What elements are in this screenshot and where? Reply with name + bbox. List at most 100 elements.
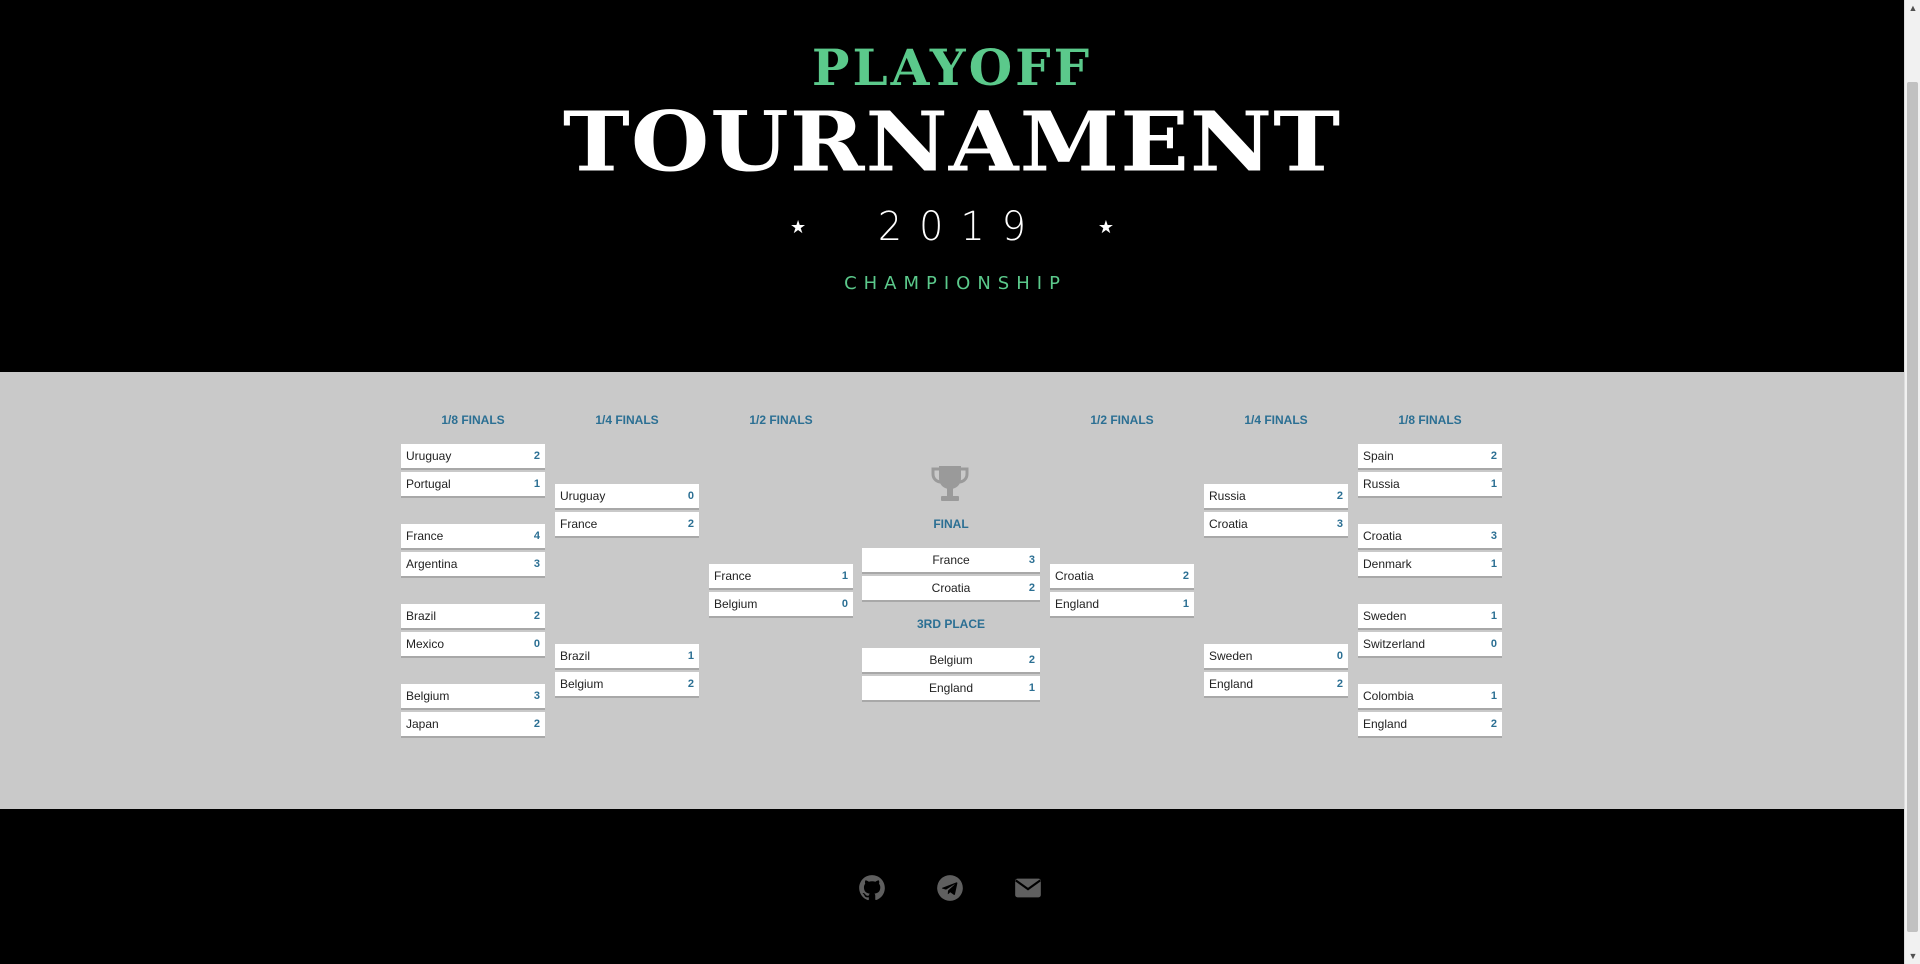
- hero-header: PLAYOFF TOURNAMENT ★ 2019 ★ CHAMPIONSHIP: [0, 0, 1904, 372]
- scroll-down-arrow-icon[interactable]: ▼: [1905, 948, 1920, 964]
- match-left-r16-4: Belgium 3 Japan 2: [401, 684, 545, 740]
- team-name: Croatia: [1363, 529, 1402, 543]
- team-name: Belgium: [714, 597, 758, 611]
- team-score: 2: [1490, 718, 1497, 730]
- match-third-place: Belgium 2 England 1: [862, 648, 1040, 704]
- github-icon[interactable]: [858, 874, 886, 902]
- third-place-label: 3RD PLACE: [916, 617, 985, 631]
- team-score: 2: [687, 518, 694, 530]
- hero-subtitle: CHAMPIONSHIP: [844, 273, 1067, 294]
- team-score: 1: [533, 478, 540, 490]
- team-row: Russia 2: [1204, 484, 1348, 508]
- team-name: Mexico: [406, 637, 445, 651]
- match-right-r16-1: Spain 2 Russia 1: [1358, 444, 1502, 500]
- team-row: Mexico 0: [401, 632, 545, 656]
- team-row: Russia 1: [1358, 472, 1502, 496]
- team-score: 1: [1182, 598, 1189, 610]
- team-name: Uruguay: [406, 449, 452, 463]
- team-name: England: [928, 681, 974, 695]
- star-icon: ★: [1097, 217, 1115, 237]
- team-score: 4: [533, 530, 540, 542]
- team-score: 3: [533, 558, 540, 570]
- team-score: 1: [1490, 558, 1497, 570]
- year-row: ★ 2019 ★: [0, 200, 1904, 254]
- team-row: Colombia 1: [1358, 684, 1502, 708]
- team-row: England 2: [1204, 672, 1348, 696]
- team-score: 3: [1336, 518, 1343, 530]
- team-row: Uruguay 0: [555, 484, 699, 508]
- scroll-up-arrow-icon[interactable]: ▲: [1905, 0, 1920, 16]
- team-name: Switzerland: [1363, 637, 1426, 651]
- team-row: Croatia 3: [1358, 524, 1502, 548]
- star-icon: ★: [789, 217, 807, 237]
- round-title-left-qf: 1/4 FINALS: [595, 413, 659, 427]
- team-name: Denmark: [1363, 557, 1412, 571]
- team-name: Sweden: [1363, 609, 1407, 623]
- team-row: France 2: [555, 512, 699, 536]
- trophy-icon: [931, 466, 969, 501]
- match-final: France 3 Croatia 2: [862, 548, 1040, 604]
- team-row: Denmark 1: [1358, 552, 1502, 576]
- match-left-r16-2: France 4 Argentina 3: [401, 524, 545, 580]
- hero-year: 2019: [877, 204, 1044, 250]
- team-row: England 1: [1050, 592, 1194, 616]
- team-row: Argentina 3: [401, 552, 545, 576]
- scrollbar-thumb[interactable]: [1907, 82, 1918, 932]
- team-score: 3: [1490, 530, 1497, 542]
- team-name: Belgium: [929, 653, 973, 667]
- match-left-qf-2: Brazil 1 Belgium 2: [555, 644, 699, 700]
- team-score: 3: [533, 690, 540, 702]
- team-row: France 4: [401, 524, 545, 548]
- team-name: Colombia: [1363, 689, 1414, 703]
- team-score: 1: [1490, 478, 1497, 490]
- team-score: 1: [1028, 682, 1035, 694]
- team-row: England 1: [862, 676, 1040, 700]
- team-score: 2: [1336, 678, 1343, 690]
- team-name: Russia: [1363, 477, 1400, 491]
- team-row: Brazil 1: [555, 644, 699, 668]
- round-title-left-sf: 1/2 FINALS: [749, 413, 813, 427]
- team-row: Switzerland 0: [1358, 632, 1502, 656]
- team-row: Croatia 2: [862, 576, 1040, 600]
- team-row: Sweden 0: [1204, 644, 1348, 668]
- team-score: 2: [1490, 450, 1497, 462]
- team-row: Brazil 2: [401, 604, 545, 628]
- vertical-scrollbar[interactable]: ▲ ▼: [1904, 0, 1920, 964]
- match-right-sf: Croatia 2 England 1: [1050, 564, 1194, 620]
- team-name: England: [1209, 677, 1254, 691]
- hero-title: TOURNAMENT: [562, 93, 1342, 191]
- team-score: 2: [533, 610, 540, 622]
- tournament-bracket: 1/8 FINALS 1/4 FINALS 1/2 FINALS 1/2 FIN…: [0, 372, 1904, 809]
- team-name: France: [406, 529, 444, 543]
- team-score: 1: [1490, 690, 1497, 702]
- footer: [0, 809, 1904, 964]
- team-name: Argentina: [406, 557, 458, 571]
- hero-eyebrow: PLAYOFF: [811, 38, 1093, 97]
- round-title-right-qf: 1/4 FINALS: [1244, 413, 1308, 427]
- team-name: France: [714, 569, 752, 583]
- team-name: Brazil: [560, 649, 591, 663]
- team-row: Japan 2: [401, 712, 545, 736]
- match-left-r16-3: Brazil 2 Mexico 0: [401, 604, 545, 660]
- telegram-icon[interactable]: [936, 874, 964, 902]
- match-left-r16-1: Uruguay 2 Portugal 1: [401, 444, 545, 500]
- team-name: Spain: [1363, 449, 1394, 463]
- team-score: 1: [841, 570, 848, 582]
- team-score: 2: [1028, 582, 1035, 594]
- match-right-qf-1: Russia 2 Croatia 3: [1204, 484, 1348, 540]
- team-score: 2: [1182, 570, 1189, 582]
- envelope-icon[interactable]: [1014, 874, 1042, 902]
- team-name: Russia: [1209, 489, 1246, 503]
- team-row: Sweden 1: [1358, 604, 1502, 628]
- match-right-qf-2: Sweden 0 England 2: [1204, 644, 1348, 700]
- team-row: Portugal 1: [401, 472, 545, 496]
- team-score: 2: [533, 718, 540, 730]
- team-name: Croatia: [1209, 517, 1248, 531]
- team-row: Belgium 3: [401, 684, 545, 708]
- team-score: 2: [687, 678, 694, 690]
- team-score: 1: [687, 650, 694, 662]
- match-right-r16-4: Colombia 1 England 2: [1358, 684, 1502, 740]
- team-score: 3: [1028, 554, 1035, 566]
- team-name: Croatia: [931, 581, 971, 595]
- team-name: Brazil: [406, 609, 437, 623]
